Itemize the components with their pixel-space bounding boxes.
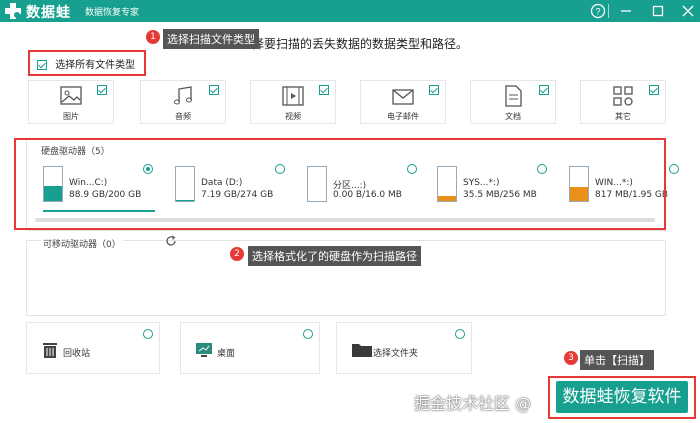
email-icon <box>392 89 414 105</box>
other-checkbox[interactable] <box>649 85 659 95</box>
location-select-folder[interactable]: 选择文件夹 <box>336 322 472 374</box>
refresh-icon[interactable] <box>165 235 177 247</box>
annotation-number-3: 3 <box>564 351 578 365</box>
location-radio[interactable] <box>455 329 465 339</box>
type-card-image[interactable]: 图片 <box>28 80 114 124</box>
type-label: 视频 <box>285 112 301 121</box>
type-card-document[interactable]: 文档 <box>470 80 556 124</box>
app-subtitle: 数据恢复专家 <box>85 8 140 18</box>
checkbox-icon <box>37 60 47 70</box>
annotation-callout-2: 选择格式化了的硬盘作为扫描路径 <box>248 246 421 266</box>
annotation-callout-3: 单击【扫描】 <box>580 350 654 370</box>
document-checkbox[interactable] <box>539 85 549 95</box>
location-label: 回收站 <box>63 349 91 359</box>
type-card-video[interactable]: 视频 <box>250 80 336 124</box>
highlight-box-scan <box>548 376 696 419</box>
video-checkbox[interactable] <box>319 85 329 95</box>
type-card-email[interactable]: 电子邮件 <box>360 80 446 124</box>
location-recycle-bin[interactable]: 回收站 <box>26 322 160 374</box>
image-checkbox[interactable] <box>97 85 107 95</box>
logo-icon <box>5 3 21 19</box>
video-icon <box>282 86 304 106</box>
annotation-number-2: 2 <box>230 247 244 261</box>
type-label: 电子邮件 <box>387 112 419 121</box>
other-icon <box>613 86 633 106</box>
type-label: 其它 <box>615 112 631 121</box>
type-label: 图片 <box>63 112 79 121</box>
drive-radio[interactable] <box>669 164 679 174</box>
location-desktop[interactable]: 桌面 <box>180 322 320 374</box>
location-radio[interactable] <box>143 329 153 339</box>
svg-text:?: ? <box>595 7 600 17</box>
type-label: 音频 <box>175 112 191 121</box>
watermark-text: 掘金技术社区 @ <box>414 394 532 413</box>
type-label: 文档 <box>505 112 521 121</box>
removable-drives-title: 可移动驱动器（0） <box>41 237 123 250</box>
location-label: 桌面 <box>217 349 236 359</box>
location-label: 选择文件夹 <box>373 349 419 359</box>
annotation-number-1: 1 <box>146 30 160 44</box>
select-all-label: 选择所有文件类型 <box>55 60 136 71</box>
document-icon <box>505 85 522 107</box>
close-button[interactable] <box>680 3 696 19</box>
select-all-checkbox[interactable]: 选择所有文件类型 <box>37 56 135 71</box>
maximize-button[interactable] <box>650 3 666 19</box>
app-name: 数据蛙 <box>26 5 71 21</box>
titlebar-divider <box>608 4 609 18</box>
instruction-text: 选择要扫描的丢失数据的数据类型和路径。 <box>240 37 469 51</box>
desktop-icon <box>196 343 212 357</box>
audio-icon <box>174 86 192 105</box>
highlight-box-drives <box>14 138 666 230</box>
annotation-callout-1: 选择扫描文件类型 <box>163 29 259 49</box>
folder-icon <box>352 344 372 357</box>
audio-checkbox[interactable] <box>209 85 219 95</box>
image-icon <box>60 86 82 105</box>
type-card-other[interactable]: 其它 <box>580 80 666 124</box>
recycle-bin-icon <box>43 343 57 358</box>
email-checkbox[interactable] <box>429 85 439 95</box>
title-bar: 数据蛙 数据恢复专家 ? <box>0 0 700 22</box>
minimize-button[interactable] <box>618 3 634 19</box>
type-card-audio[interactable]: 音频 <box>140 80 226 124</box>
location-radio[interactable] <box>303 329 313 339</box>
help-icon[interactable]: ? <box>590 3 606 19</box>
